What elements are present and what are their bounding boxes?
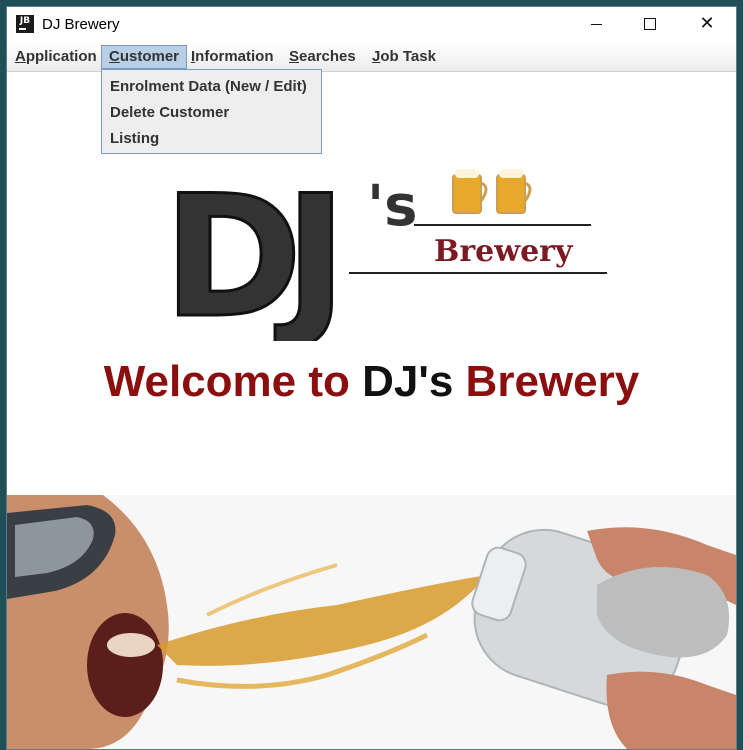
- app-icon: JB: [16, 15, 34, 33]
- maximize-button[interactable]: [627, 7, 673, 41]
- welcome-part-1: Welcome to: [103, 357, 363, 406]
- welcome-part-3: Brewery: [453, 357, 640, 406]
- menu-application[interactable]: Application: [8, 45, 104, 69]
- menu-job-task[interactable]: Job Task: [365, 45, 443, 69]
- menu-item-delete-customer[interactable]: Delete Customer: [110, 104, 229, 121]
- menu-item-listing[interactable]: Listing: [110, 130, 159, 147]
- window-title: DJ Brewery: [42, 16, 120, 33]
- menu-searches[interactable]: Searches: [282, 45, 363, 69]
- menu-customer[interactable]: Customer: [101, 45, 188, 69]
- minimize-button[interactable]: [573, 7, 619, 41]
- logo-brand: Brewery: [434, 234, 574, 269]
- beer-splash-photo: [7, 495, 736, 749]
- maximize-icon: [644, 18, 656, 30]
- welcome-part-2: DJ's: [362, 357, 454, 406]
- beer-mugs-icon: [452, 169, 532, 214]
- close-button[interactable]: ✕: [684, 7, 730, 41]
- minimize-icon: [590, 23, 602, 25]
- logo-initials: DJ: [163, 159, 331, 341]
- close-icon: ✕: [699, 13, 715, 34]
- menu-bar: Application Customer Information Searche…: [7, 43, 736, 72]
- logo-suffix: 's: [367, 174, 417, 239]
- menu-information[interactable]: Information: [184, 45, 281, 69]
- menu-item-enrolment-data[interactable]: Enrolment Data (New / Edit): [110, 78, 307, 95]
- welcome-heading: Welcome to DJ's Brewery: [7, 357, 736, 407]
- app-window: JB DJ Brewery ✕ Application Customer Inf…: [6, 6, 737, 750]
- title-bar[interactable]: JB DJ Brewery ✕: [7, 7, 736, 43]
- customer-dropdown: Enrolment Data (New / Edit) Delete Custo…: [101, 69, 322, 154]
- brewery-logo: DJ 's Brewery: [162, 158, 607, 341]
